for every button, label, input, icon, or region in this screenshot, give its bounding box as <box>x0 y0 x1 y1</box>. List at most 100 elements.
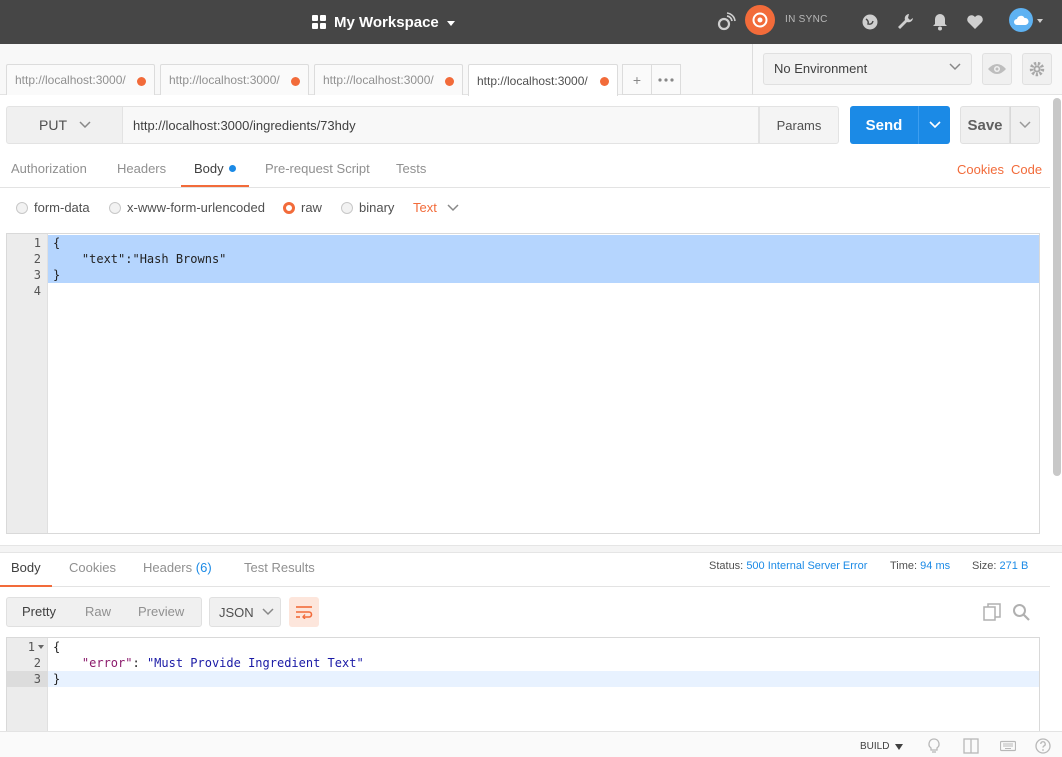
send-button[interactable]: Send <box>850 106 918 144</box>
help-icon[interactable] <box>1035 738 1051 754</box>
time-value[interactable]: 94 ms <box>920 560 950 572</box>
time-label: Time: <box>890 560 918 572</box>
params-button[interactable]: Params <box>759 106 839 144</box>
tab-prerequest-script[interactable]: Pre-request Script <box>265 152 370 187</box>
caret-down-icon <box>446 20 455 26</box>
code-line: 3 } <box>7 267 1039 283</box>
wrap-lines-icon <box>296 606 313 619</box>
response-tab-headers-label: Headers <box>143 560 193 575</box>
modified-dot-icon <box>228 165 236 172</box>
sync-icon[interactable] <box>745 5 775 35</box>
two-pane-view-icon[interactable] <box>963 738 979 754</box>
pane-resize-handle[interactable] <box>0 545 1062 553</box>
size-label: Size: <box>972 560 997 572</box>
url-input[interactable] <box>123 106 759 144</box>
request-tab-2[interactable]: http://localhost:3000/ <box>160 64 309 95</box>
manage-environments-button[interactable] <box>1022 53 1052 85</box>
new-tab-button[interactable]: + <box>622 64 652 95</box>
raw-format-label: Text <box>413 200 437 215</box>
body-type-urlencoded[interactable]: x-www-form-urlencoded <box>109 200 265 215</box>
request-tab-4-active[interactable]: http://localhost:3000/ <box>468 64 618 96</box>
workspace-label: My Workspace <box>334 13 439 31</box>
send-options-button[interactable] <box>918 106 950 144</box>
environment-quick-look-button[interactable] <box>982 53 1012 85</box>
method-select[interactable]: PUT <box>6 106 123 144</box>
app-header: My Workspace IN SYNC <box>0 0 1062 44</box>
response-tab-body[interactable]: Body <box>0 553 52 587</box>
status-label: Status: <box>709 560 744 572</box>
body-type-binary[interactable]: binary <box>341 200 394 215</box>
body-type-raw[interactable]: raw <box>283 200 322 215</box>
response-tab-headers[interactable]: Headers (6) <box>143 553 212 588</box>
copy-icon[interactable] <box>983 603 1001 621</box>
wrap-lines-button[interactable] <box>289 597 319 627</box>
workspace-switcher[interactable]: My Workspace <box>312 0 455 44</box>
tab-body[interactable]: Body <box>181 152 249 187</box>
code-line: 1 { <box>7 235 1039 251</box>
status-value[interactable]: 500 Internal Server Error <box>746 560 867 572</box>
tab-headers[interactable]: Headers <box>117 152 166 187</box>
view-raw-button[interactable]: Raw <box>85 598 111 626</box>
satellite-icon[interactable] <box>716 12 736 32</box>
grid-icon <box>312 15 326 29</box>
environment-selected: No Environment <box>774 61 868 76</box>
heart-icon[interactable] <box>965 12 985 32</box>
response-language-select[interactable]: JSON <box>209 597 281 627</box>
tab-options-button[interactable] <box>651 64 681 95</box>
keyboard-icon[interactable] <box>1000 738 1016 754</box>
response-status: Status: 500 Internal Server Error <box>709 560 867 572</box>
body-type-form-data[interactable]: form-data <box>16 200 90 215</box>
request-tab-3[interactable]: http://localhost:3000/ <box>314 64 463 95</box>
code-text: "error": "Must Provide Ingredient Text" <box>53 655 364 671</box>
line-number: 1 <box>27 640 35 654</box>
json-separator: : <box>132 656 147 670</box>
tab-tests[interactable]: Tests <box>396 152 426 187</box>
code-text: } <box>53 268 61 282</box>
request-body-editor[interactable]: 1 { 2 "text":"Hash Browns" 3 } 4 <box>6 233 1040 534</box>
code-line: 2 "text":"Hash Browns" <box>7 251 1039 267</box>
radio-label: raw <box>301 200 322 215</box>
environment-select[interactable]: No Environment <box>763 53 972 85</box>
avatar-caret-icon[interactable] <box>1037 19 1043 23</box>
user-avatar[interactable] <box>1009 8 1033 32</box>
line-number: 2 <box>33 656 41 670</box>
cookies-link[interactable]: Cookies <box>957 162 1004 177</box>
globe-icon[interactable] <box>860 12 880 32</box>
chevron-down-icon <box>949 63 961 71</box>
code-line-active: 3 } <box>7 671 1039 687</box>
save-button[interactable]: Save <box>960 106 1010 144</box>
save-options-button[interactable] <box>1010 106 1040 144</box>
response-time: Time: 94 ms <box>890 560 950 572</box>
response-tab-test-results[interactable]: Test Results <box>244 553 315 588</box>
main-scrollbar[interactable] <box>1053 98 1061 476</box>
tab-authorization[interactable]: Authorization <box>11 152 87 187</box>
wrench-icon[interactable] <box>895 12 915 32</box>
bell-icon[interactable] <box>930 12 950 32</box>
response-view-mode: Pretty Raw Preview <box>6 597 202 627</box>
radio-label: x-www-form-urlencoded <box>127 200 265 215</box>
method-label: PUT <box>39 117 67 133</box>
search-icon[interactable] <box>1012 603 1030 621</box>
request-tab-1[interactable]: http://localhost:3000/ <box>6 64 155 95</box>
code-text: { <box>53 236 61 250</box>
chevron-down-icon <box>262 608 274 616</box>
fold-caret-icon[interactable] <box>38 645 44 649</box>
language-label: JSON <box>219 604 254 620</box>
sync-status: IN SYNC <box>785 14 828 25</box>
selection-highlight <box>48 267 1039 283</box>
request-section-tabs: Authorization Headers Body Pre-request S… <box>0 152 1050 188</box>
lightbulb-icon[interactable] <box>926 738 942 754</box>
raw-format-select[interactable]: Text <box>413 200 459 215</box>
view-pretty-button[interactable]: Pretty <box>22 598 56 626</box>
headers-count-badge: (6) <box>195 560 212 575</box>
code-link[interactable]: Code <box>1011 162 1042 177</box>
response-size: Size: 271 B <box>972 560 1028 572</box>
build-mode-select[interactable]: BUILD <box>860 741 904 752</box>
response-tab-cookies[interactable]: Cookies <box>69 553 116 588</box>
response-body-viewer[interactable]: 1 { 2 "error": "Must Provide Ingredient … <box>6 637 1040 733</box>
unsaved-dot-icon <box>445 77 454 86</box>
view-preview-button[interactable]: Preview <box>138 598 184 626</box>
size-value[interactable]: 271 B <box>1000 560 1029 572</box>
unsaved-dot-icon <box>291 77 300 86</box>
code-line: 1 { <box>7 639 1039 655</box>
